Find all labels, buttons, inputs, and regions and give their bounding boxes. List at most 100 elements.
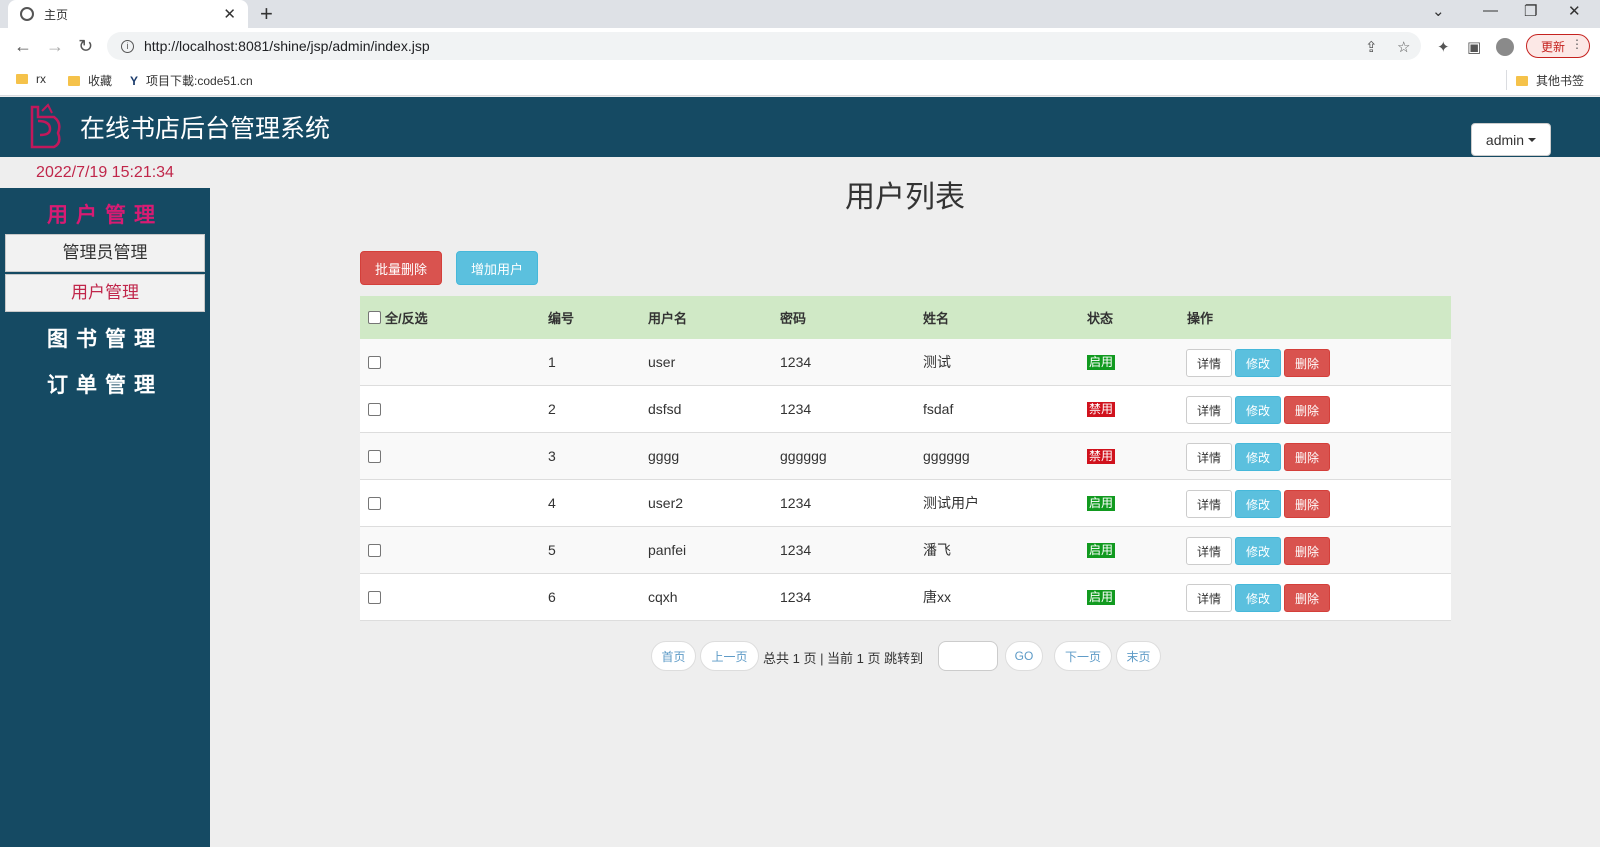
- side-panel-icon[interactable]: ▣: [1467, 38, 1481, 56]
- row-checkbox[interactable]: [368, 543, 381, 557]
- edit-button[interactable]: 修改: [1235, 349, 1281, 377]
- close-tab-icon[interactable]: ✕: [223, 5, 236, 23]
- last-page-button[interactable]: 末页: [1116, 641, 1161, 671]
- site-info-icon[interactable]: i: [121, 39, 134, 53]
- select-all-checkbox[interactable]: [368, 311, 381, 324]
- cell-username: cqxh: [648, 589, 678, 605]
- table-row: 2 dsfsd 1234 fsdaf 禁用 详情 修改 删除: [360, 386, 1451, 433]
- row-checkbox[interactable]: [368, 449, 381, 463]
- detail-button[interactable]: 详情: [1186, 443, 1232, 471]
- table-row: 5 panfei 1234 潘飞 启用 详情 修改 删除: [360, 527, 1451, 574]
- browser-tabbar: 主页 ✕ + ⌄ — ❐ ✕: [0, 0, 1600, 28]
- user-name: admin: [1485, 131, 1525, 148]
- bookstore-logo-icon: [30, 103, 61, 149]
- row-checkbox[interactable]: [368, 402, 381, 416]
- row-checkbox[interactable]: [368, 355, 381, 369]
- caret-down-icon: [1528, 137, 1537, 142]
- restore-button[interactable]: ❐: [1524, 2, 1537, 20]
- row-checkbox[interactable]: [368, 590, 381, 604]
- column-header-id: 编号: [548, 311, 575, 326]
- minimize-button[interactable]: —: [1483, 2, 1498, 19]
- column-header-actions: 操作: [1187, 311, 1214, 326]
- cell-username: panfei: [648, 542, 687, 558]
- delete-button[interactable]: 删除: [1284, 443, 1330, 471]
- close-window-button[interactable]: ✕: [1568, 2, 1581, 20]
- menu-dots-icon[interactable]: ⋮: [1571, 37, 1583, 51]
- bookmarks-separator: [1506, 70, 1507, 90]
- extensions-icon[interactable]: ✦: [1437, 38, 1450, 56]
- edit-button[interactable]: 修改: [1235, 396, 1281, 424]
- edit-button[interactable]: 修改: [1235, 490, 1281, 518]
- cell-id: 6: [548, 589, 556, 605]
- url-text: http://localhost:8081/shine/jsp/admin/in…: [144, 38, 430, 54]
- delete-button[interactable]: 删除: [1284, 396, 1330, 424]
- detail-button[interactable]: 详情: [1186, 349, 1232, 377]
- other-bookmarks[interactable]: 其他书签: [1516, 72, 1584, 89]
- table-row: 4 user2 1234 测试用户 启用 详情 修改 删除: [360, 480, 1451, 527]
- add-user-button[interactable]: 增加用户: [456, 251, 538, 285]
- sidebar-item-user-management[interactable]: 用户管理: [5, 274, 205, 312]
- detail-button[interactable]: 详情: [1186, 490, 1232, 518]
- column-header-status: 状态: [1087, 311, 1114, 326]
- column-header-name: 姓名: [923, 311, 950, 326]
- cell-name: 唐xx: [923, 589, 951, 605]
- cell-password: 1234: [780, 542, 812, 558]
- reload-icon[interactable]: ↻: [78, 36, 93, 57]
- status-badge: 禁用: [1087, 401, 1116, 417]
- cell-id: 4: [548, 495, 556, 511]
- first-page-button[interactable]: 首页: [651, 641, 696, 671]
- browser-tab[interactable]: 主页 ✕: [8, 0, 248, 28]
- edit-button[interactable]: 修改: [1235, 537, 1281, 565]
- cell-id: 3: [548, 448, 556, 464]
- profile-avatar-icon[interactable]: [1496, 38, 1514, 56]
- user-table: 全/反选 编号 用户名 密码 姓名 状态 操作 1 user 1234 测试 启用 详情修…: [360, 296, 1451, 621]
- detail-button[interactable]: 详情: [1186, 537, 1232, 565]
- row-checkbox[interactable]: [368, 496, 381, 510]
- current-datetime: 2022/7/19 15:21:34: [0, 157, 210, 188]
- forward-icon[interactable]: →: [46, 36, 64, 57]
- folder-icon: [1516, 75, 1528, 86]
- bookmark-code51[interactable]: Y 项目下載:code51.cn: [130, 72, 253, 89]
- prev-page-button[interactable]: 上一页: [700, 641, 759, 671]
- go-button[interactable]: GO: [1005, 641, 1043, 671]
- batch-delete-button[interactable]: 批量删除: [360, 251, 442, 285]
- share-icon[interactable]: ⇪: [1365, 38, 1378, 56]
- sidebar-group-books[interactable]: 图书管理: [0, 323, 210, 353]
- column-header-password: 密码: [780, 311, 807, 326]
- bookmark-star-icon[interactable]: ☆: [1397, 38, 1410, 56]
- bookmark-label: rx: [36, 72, 46, 86]
- detail-button[interactable]: 详情: [1186, 584, 1232, 612]
- page-jump-input[interactable]: [938, 641, 998, 671]
- next-page-button[interactable]: 下一页: [1054, 641, 1112, 671]
- cell-name: 测试用户: [923, 495, 979, 511]
- folder-icon: [16, 74, 28, 84]
- edit-button[interactable]: 修改: [1235, 584, 1281, 612]
- cell-username: gggg: [648, 448, 680, 464]
- globe-icon: [20, 7, 34, 21]
- bookmark-rx[interactable]: rx: [16, 72, 46, 86]
- delete-button[interactable]: 删除: [1284, 537, 1330, 565]
- sidebar-group-users[interactable]: 用户管理: [0, 199, 210, 229]
- tab-search-icon[interactable]: ⌄: [1432, 2, 1445, 20]
- cell-password: 1234: [780, 495, 812, 511]
- detail-button[interactable]: 详情: [1186, 396, 1232, 424]
- back-icon[interactable]: ←: [14, 36, 32, 57]
- delete-button[interactable]: 删除: [1284, 584, 1330, 612]
- delete-button[interactable]: 删除: [1284, 490, 1330, 518]
- table-body: 1 user 1234 测试 启用 详情 修改 删除 2 dsfsd 1234 fsdaf 禁用 详情 修改…: [360, 339, 1451, 621]
- url-field[interactable]: i http://localhost:8081/shine/jsp/admin/…: [107, 32, 1421, 60]
- update-button[interactable]: 更新 ⋮: [1526, 34, 1590, 58]
- cell-name: gggggg: [923, 448, 970, 464]
- new-tab-button[interactable]: +: [260, 1, 273, 27]
- bookmark-favorites[interactable]: 收藏: [68, 72, 112, 89]
- sidebar-group-orders[interactable]: 订单管理: [0, 369, 210, 399]
- delete-button[interactable]: 删除: [1284, 349, 1330, 377]
- edit-button[interactable]: 修改: [1235, 443, 1281, 471]
- user-dropdown[interactable]: admin: [1471, 123, 1551, 156]
- cell-name: 潘飞: [923, 542, 951, 558]
- page-info: 总共 1 页 | 当前 1 页 跳转到: [763, 651, 924, 666]
- sidebar-item-admin-management[interactable]: 管理员管理: [5, 234, 205, 272]
- cell-username: user: [648, 354, 676, 370]
- bookmarks-bar: rx 收藏 Y 项目下載:code51.cn 其他书签: [0, 64, 1600, 96]
- cell-id: 5: [548, 542, 556, 558]
